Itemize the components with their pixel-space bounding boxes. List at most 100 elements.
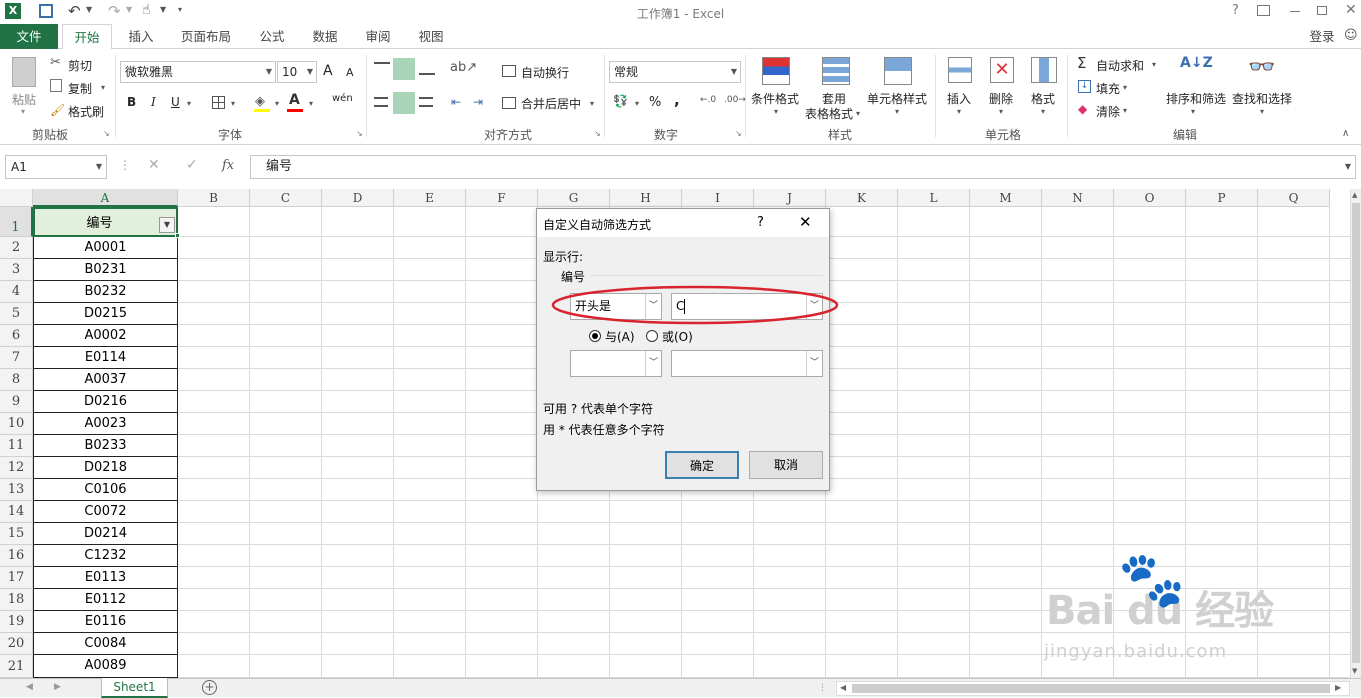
font-name-combo[interactable]: 微软雅黑 ▼ <box>120 61 276 83</box>
tab-file[interactable]: 文件 <box>0 24 58 49</box>
column-header[interactable]: J <box>754 189 826 207</box>
row-header[interactable]: 1 <box>0 207 33 237</box>
italic-button[interactable]: I <box>151 95 156 109</box>
sort-filter-dropdown-icon[interactable]: ▾ <box>1191 107 1195 116</box>
scroll-right-icon[interactable]: ▶ <box>1335 683 1341 692</box>
number-format-combo[interactable]: 常规 ▼ <box>609 61 741 83</box>
operator-2-select[interactable]: ﹀ <box>570 350 662 377</box>
row-header[interactable]: 10 <box>0 413 33 435</box>
copy-dropdown-icon[interactable]: ▾ <box>101 83 105 92</box>
dialog-close-icon[interactable]: ✕ <box>799 213 812 231</box>
borders-dropdown-icon[interactable]: ▾ <box>231 99 235 108</box>
fill-dropdown-icon[interactable]: ▾ <box>1123 83 1127 92</box>
underline-button[interactable]: U <box>171 95 180 109</box>
row-header[interactable]: 15 <box>0 523 33 545</box>
table-cell[interactable]: B0233 <box>33 435 178 457</box>
column-header[interactable]: K <box>826 189 898 207</box>
table-cell[interactable]: D0216 <box>33 391 178 413</box>
next-sheet-icon[interactable]: ▶ <box>54 682 61 692</box>
find-select-button[interactable]: 查找和选择 <box>1232 90 1292 107</box>
cancel-entry-icon[interactable]: ✕ <box>148 157 160 173</box>
or-label[interactable]: 或(O) <box>662 328 693 345</box>
table-cell[interactable]: C0072 <box>33 501 178 523</box>
number-launcher-icon[interactable]: ↘ <box>735 129 742 138</box>
shrink-font-button[interactable]: A <box>346 66 354 79</box>
row-header[interactable]: 7 <box>0 347 33 369</box>
font-launcher-icon[interactable]: ↘ <box>356 129 363 138</box>
table-cell[interactable]: A0023 <box>33 413 178 435</box>
alignment-launcher-icon[interactable]: ↘ <box>594 129 601 138</box>
table-cell[interactable]: B0232 <box>33 281 178 303</box>
scroll-left-icon[interactable]: ◀ <box>840 683 846 692</box>
column-header[interactable]: P <box>1186 189 1258 207</box>
table-cell[interactable]: C1232 <box>33 545 178 567</box>
column-header[interactable]: N <box>1042 189 1114 207</box>
grow-font-button[interactable]: A <box>323 63 333 79</box>
sheet-bar-splitter[interactable]: ⋮ <box>818 683 827 693</box>
table-cell[interactable]: A0002 <box>33 325 178 347</box>
align-left-icon[interactable] <box>374 97 388 107</box>
format-table-dropdown-icon[interactable]: ▾ <box>856 109 860 118</box>
row-header[interactable]: 3 <box>0 259 33 281</box>
row-header[interactable]: 21 <box>0 655 33 678</box>
table-cell[interactable]: E0116 <box>33 611 178 633</box>
comma-button[interactable]: , <box>674 91 680 109</box>
row-header[interactable]: 5 <box>0 303 33 325</box>
operator-2-dropdown-icon[interactable]: ﹀ <box>645 351 661 376</box>
table-cell[interactable]: C0106 <box>33 479 178 501</box>
font-color-dropdown-icon[interactable]: ▾ <box>309 99 313 108</box>
decrease-indent-icon[interactable]: ⇤ <box>451 95 461 109</box>
align-top-icon[interactable] <box>374 62 390 75</box>
clipboard-launcher-icon[interactable]: ↘ <box>103 129 110 138</box>
column-header[interactable]: M <box>970 189 1042 207</box>
close-window-icon[interactable]: ✕ <box>1345 2 1357 18</box>
column-header[interactable]: C <box>250 189 322 207</box>
conditional-dropdown-icon[interactable]: ▾ <box>774 107 778 116</box>
login-link[interactable]: 登录 <box>1302 24 1342 49</box>
tab-insert[interactable]: 插入 <box>118 24 164 49</box>
column-header[interactable]: Q <box>1258 189 1330 207</box>
clear-button[interactable]: 清除 <box>1096 103 1120 120</box>
merge-dropdown-icon[interactable]: ▾ <box>590 99 594 108</box>
value-2-dropdown-icon[interactable]: ﹀ <box>806 351 822 376</box>
smiley-icon[interactable]: ☺ <box>1344 28 1358 43</box>
row-header[interactable]: 6 <box>0 325 33 347</box>
column-header[interactable]: F <box>466 189 538 207</box>
increase-decimal-icon[interactable]: ←.0 <box>700 95 716 105</box>
font-color-icon[interactable]: A <box>289 92 300 108</box>
collapse-ribbon-icon[interactable]: ∧ <box>1342 128 1349 139</box>
row-header[interactable]: 2 <box>0 237 33 259</box>
bold-button[interactable]: B <box>127 95 136 109</box>
value-2-input[interactable]: ﹀ <box>671 350 823 377</box>
vertical-scroll-thumb[interactable] <box>1352 203 1360 663</box>
column-header[interactable]: O <box>1114 189 1186 207</box>
table-cell[interactable]: E0112 <box>33 589 178 611</box>
table-cell[interactable]: D0218 <box>33 457 178 479</box>
conditional-format-button[interactable]: 条件格式 <box>751 90 799 107</box>
column-header[interactable]: A <box>33 189 178 207</box>
paste-button[interactable]: 粘贴 <box>12 91 36 108</box>
tab-page-layout[interactable]: 页面布局 <box>174 24 238 49</box>
tab-home[interactable]: 开始 <box>62 24 112 50</box>
delete-dropdown-icon[interactable]: ▾ <box>999 107 1003 116</box>
row-header[interactable]: 9 <box>0 391 33 413</box>
borders-icon[interactable] <box>212 96 225 109</box>
autosum-dropdown-icon[interactable]: ▾ <box>1152 60 1156 69</box>
prev-sheet-icon[interactable]: ◀ <box>26 682 33 692</box>
font-size-combo[interactable]: 10 ▼ <box>277 61 317 83</box>
paste-dropdown-icon[interactable]: ▾ <box>21 107 25 116</box>
row-header[interactable]: 8 <box>0 369 33 391</box>
tab-formulas[interactable]: 公式 <box>250 24 294 49</box>
tab-data[interactable]: 数据 <box>303 24 347 49</box>
currency-icon[interactable]: 💱 <box>613 94 628 108</box>
restore-icon[interactable] <box>1317 6 1327 15</box>
row-header[interactable]: 4 <box>0 281 33 303</box>
delete-cells-button[interactable]: 删除 <box>989 90 1013 107</box>
new-sheet-icon[interactable]: + <box>202 680 217 695</box>
column-header[interactable]: H <box>610 189 682 207</box>
align-right-icon[interactable] <box>419 97 433 107</box>
name-box[interactable]: A1 ▼ <box>5 155 107 179</box>
row-header[interactable]: 17 <box>0 567 33 589</box>
decrease-decimal-icon[interactable]: .00→ <box>724 95 746 105</box>
tab-review[interactable]: 审阅 <box>356 24 400 49</box>
